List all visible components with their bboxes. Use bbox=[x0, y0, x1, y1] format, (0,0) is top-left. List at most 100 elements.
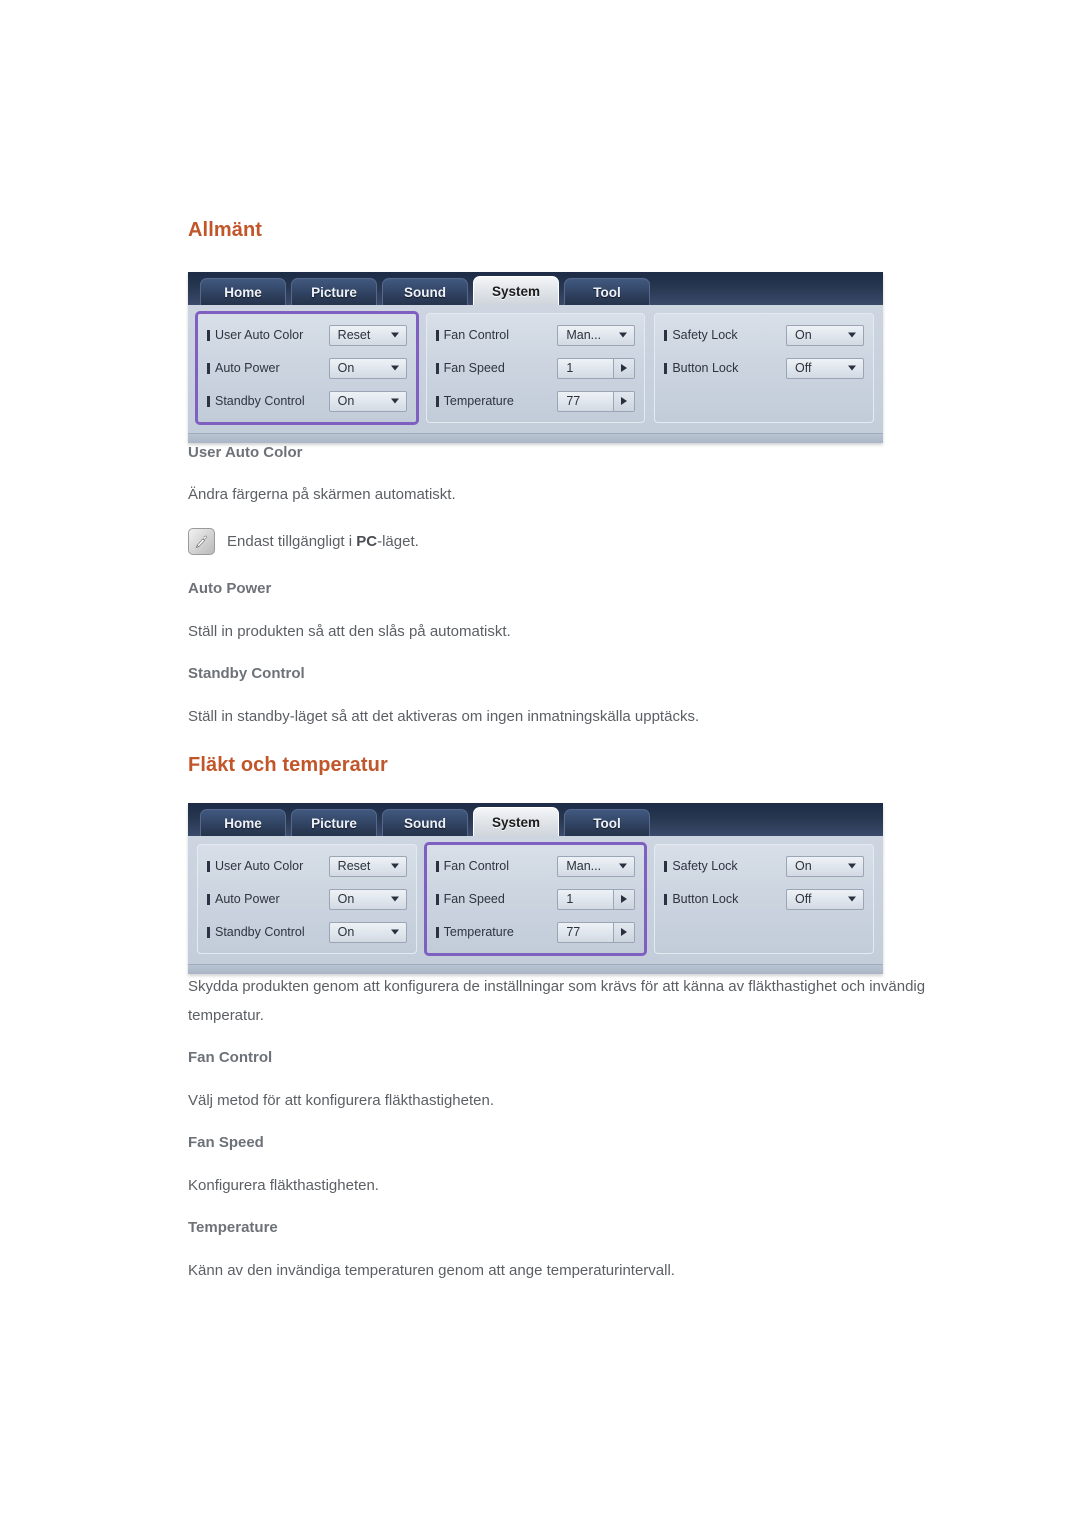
osd-dropdown-value: On bbox=[337, 891, 355, 906]
osd-row-label: User Auto Color bbox=[215, 858, 304, 873]
osd-dropdown-value: On bbox=[337, 924, 355, 939]
osd-row-user-auto-color[interactable]: User Auto Color Reset bbox=[207, 853, 407, 879]
osd-tab-label: Picture bbox=[311, 815, 357, 831]
chevron-down-icon bbox=[390, 365, 399, 371]
chevron-down-icon bbox=[390, 929, 399, 935]
osd-row-label: Fan Control bbox=[443, 858, 509, 873]
osd-row-auto-power[interactable]: Auto Power On bbox=[207, 355, 407, 381]
osd-dropdown-standby-control[interactable]: On bbox=[328, 921, 407, 943]
osd-dropdown-user-auto-color[interactable]: Reset bbox=[328, 855, 407, 877]
chevron-down-icon bbox=[848, 365, 857, 371]
osd-dropdown-safety-lock[interactable]: On bbox=[786, 855, 865, 877]
osd-stepper-fan-speed[interactable]: 1 bbox=[557, 357, 636, 379]
osd-dropdown-safety-lock[interactable]: On bbox=[786, 324, 865, 346]
osd-column-lock: Safety Lock On Button Lock Off bbox=[654, 313, 875, 423]
osd-row-safety-lock[interactable]: Safety Lock On bbox=[664, 322, 865, 348]
osd-dropdown-auto-power[interactable]: On bbox=[328, 357, 407, 379]
osd-dropdown-button-lock[interactable]: Off bbox=[786, 357, 865, 379]
osd-row-temperature[interactable]: Temperature 77 bbox=[435, 388, 636, 414]
osd-dropdown-fan-control[interactable]: Man... bbox=[557, 855, 636, 877]
osd-tab-home[interactable]: Home bbox=[200, 278, 286, 305]
osd-row-auto-power[interactable]: Auto Power On bbox=[207, 886, 407, 912]
bullet-icon bbox=[435, 329, 439, 341]
osd-tab-label: Picture bbox=[311, 284, 357, 300]
osd-row-spacer bbox=[664, 388, 864, 414]
osd-stepper-temperature[interactable]: 77 bbox=[557, 390, 636, 412]
chevron-right-icon[interactable] bbox=[613, 922, 635, 942]
osd-dropdown-auto-power[interactable]: On bbox=[328, 888, 407, 910]
topic-title-auto-power: Auto Power bbox=[188, 580, 272, 597]
osd-dropdown-button-lock[interactable]: Off bbox=[786, 888, 865, 910]
osd-dropdown-value: Man... bbox=[566, 327, 602, 342]
osd-row-fan-control[interactable]: Fan Control Man... bbox=[435, 322, 636, 348]
osd-row-button-lock[interactable]: Button Lock Off bbox=[664, 886, 865, 912]
osd-row-user-auto-color[interactable]: User Auto Color Reset bbox=[207, 322, 407, 348]
topic-title-user-auto-color: User Auto Color bbox=[188, 444, 303, 461]
note-pencil-icon bbox=[188, 528, 215, 555]
osd-row-label: Fan Speed bbox=[443, 891, 505, 906]
osd-row-fan-speed[interactable]: Fan Speed 1 bbox=[435, 886, 636, 912]
section-heading-flakt-och-temperatur: Fläkt och temperatur bbox=[188, 754, 388, 776]
osd-column-fan: Fan Control Man... Fan Speed 1 Temperatu… bbox=[425, 313, 646, 423]
osd-column-lock: Safety Lock On Button Lock Off bbox=[654, 844, 875, 954]
osd-tab-label: System bbox=[491, 283, 541, 299]
topic-body-fan-control: Välj metod för att konfigurera fläkthast… bbox=[188, 1092, 495, 1109]
osd-dropdown-value: On bbox=[337, 360, 355, 375]
bullet-icon bbox=[664, 362, 668, 374]
topic-body-temperature: Känn av den invändiga temperaturen genom… bbox=[188, 1262, 675, 1279]
osd-row-fan-speed[interactable]: Fan Speed 1 bbox=[435, 355, 636, 381]
note-text: Endast tillgängligt i PC-läget. bbox=[227, 533, 419, 550]
bullet-icon bbox=[664, 329, 668, 341]
note-emphasis: PC bbox=[356, 533, 378, 550]
osd-tab-label: Home bbox=[224, 815, 262, 831]
osd-tab-label: Sound bbox=[404, 284, 446, 300]
bullet-icon bbox=[207, 329, 210, 341]
osd-stepper-fan-speed[interactable]: 1 bbox=[557, 888, 636, 910]
osd-row-label: Auto Power bbox=[215, 891, 280, 906]
osd-dropdown-standby-control[interactable]: On bbox=[328, 390, 407, 412]
osd-row-label: Standby Control bbox=[215, 924, 305, 939]
chevron-right-icon[interactable] bbox=[613, 889, 635, 909]
osd-column-general: User Auto Color Reset Auto Power On Stan… bbox=[197, 844, 417, 954]
osd-row-temperature[interactable]: Temperature 77 bbox=[435, 919, 636, 945]
topic-body-auto-power: Ställ in produkten så att den slås på au… bbox=[188, 623, 511, 640]
osd-screenshot-fan: Home Picture Sound System Tool User Auto… bbox=[188, 803, 883, 974]
bullet-icon bbox=[435, 362, 439, 374]
osd-row-label: Fan Speed bbox=[443, 360, 505, 375]
osd-row-standby-control[interactable]: Standby Control On bbox=[207, 388, 407, 414]
osd-tab-sound[interactable]: Sound bbox=[382, 809, 468, 836]
osd-tab-picture[interactable]: Picture bbox=[291, 278, 377, 305]
osd-column-fan: Fan Control Man... Fan Speed 1 Temperatu… bbox=[423, 842, 648, 956]
chevron-right-icon[interactable] bbox=[613, 391, 635, 411]
chevron-down-icon bbox=[848, 896, 857, 902]
osd-tab-system[interactable]: System bbox=[473, 807, 559, 836]
osd-tab-tool[interactable]: Tool bbox=[564, 278, 650, 305]
osd-row-safety-lock[interactable]: Safety Lock On bbox=[664, 853, 865, 879]
osd-tab-system[interactable]: System bbox=[473, 276, 559, 305]
osd-dropdown-user-auto-color[interactable]: Reset bbox=[328, 324, 407, 346]
osd-row-spacer bbox=[664, 919, 864, 945]
document-page: Allmänt Home Picture Sound System Tool U… bbox=[0, 0, 1080, 1527]
osd-row-label: Standby Control bbox=[215, 393, 305, 408]
section-heading-allmant: Allmänt bbox=[188, 219, 263, 241]
osd-tab-picture[interactable]: Picture bbox=[291, 809, 377, 836]
osd-tab-sound[interactable]: Sound bbox=[382, 278, 468, 305]
topic-body-user-auto-color: Ändra färgerna på skärmen automatiskt. bbox=[188, 486, 456, 503]
chevron-down-icon bbox=[848, 332, 857, 338]
osd-row-button-lock[interactable]: Button Lock Off bbox=[664, 355, 865, 381]
osd-tab-bar: Home Picture Sound System Tool bbox=[188, 272, 883, 305]
osd-tab-home[interactable]: Home bbox=[200, 809, 286, 836]
bullet-icon bbox=[435, 860, 439, 872]
osd-row-standby-control[interactable]: Standby Control On bbox=[207, 919, 407, 945]
osd-stepper-temperature[interactable]: 77 bbox=[557, 921, 636, 943]
topic-title-temperature: Temperature bbox=[188, 1219, 278, 1236]
osd-stepper-value: 1 bbox=[566, 360, 574, 375]
osd-tab-tool[interactable]: Tool bbox=[564, 809, 650, 836]
osd-row-fan-control[interactable]: Fan Control Man... bbox=[435, 853, 636, 879]
chevron-right-icon[interactable] bbox=[613, 358, 635, 378]
osd-body: User Auto Color Reset Auto Power On Stan… bbox=[188, 836, 883, 964]
osd-screenshot-general: Home Picture Sound System Tool User Auto… bbox=[188, 272, 883, 443]
osd-dropdown-value: Reset bbox=[337, 858, 371, 873]
topic-title-fan-control: Fan Control bbox=[188, 1049, 273, 1066]
osd-dropdown-fan-control[interactable]: Man... bbox=[557, 324, 636, 346]
